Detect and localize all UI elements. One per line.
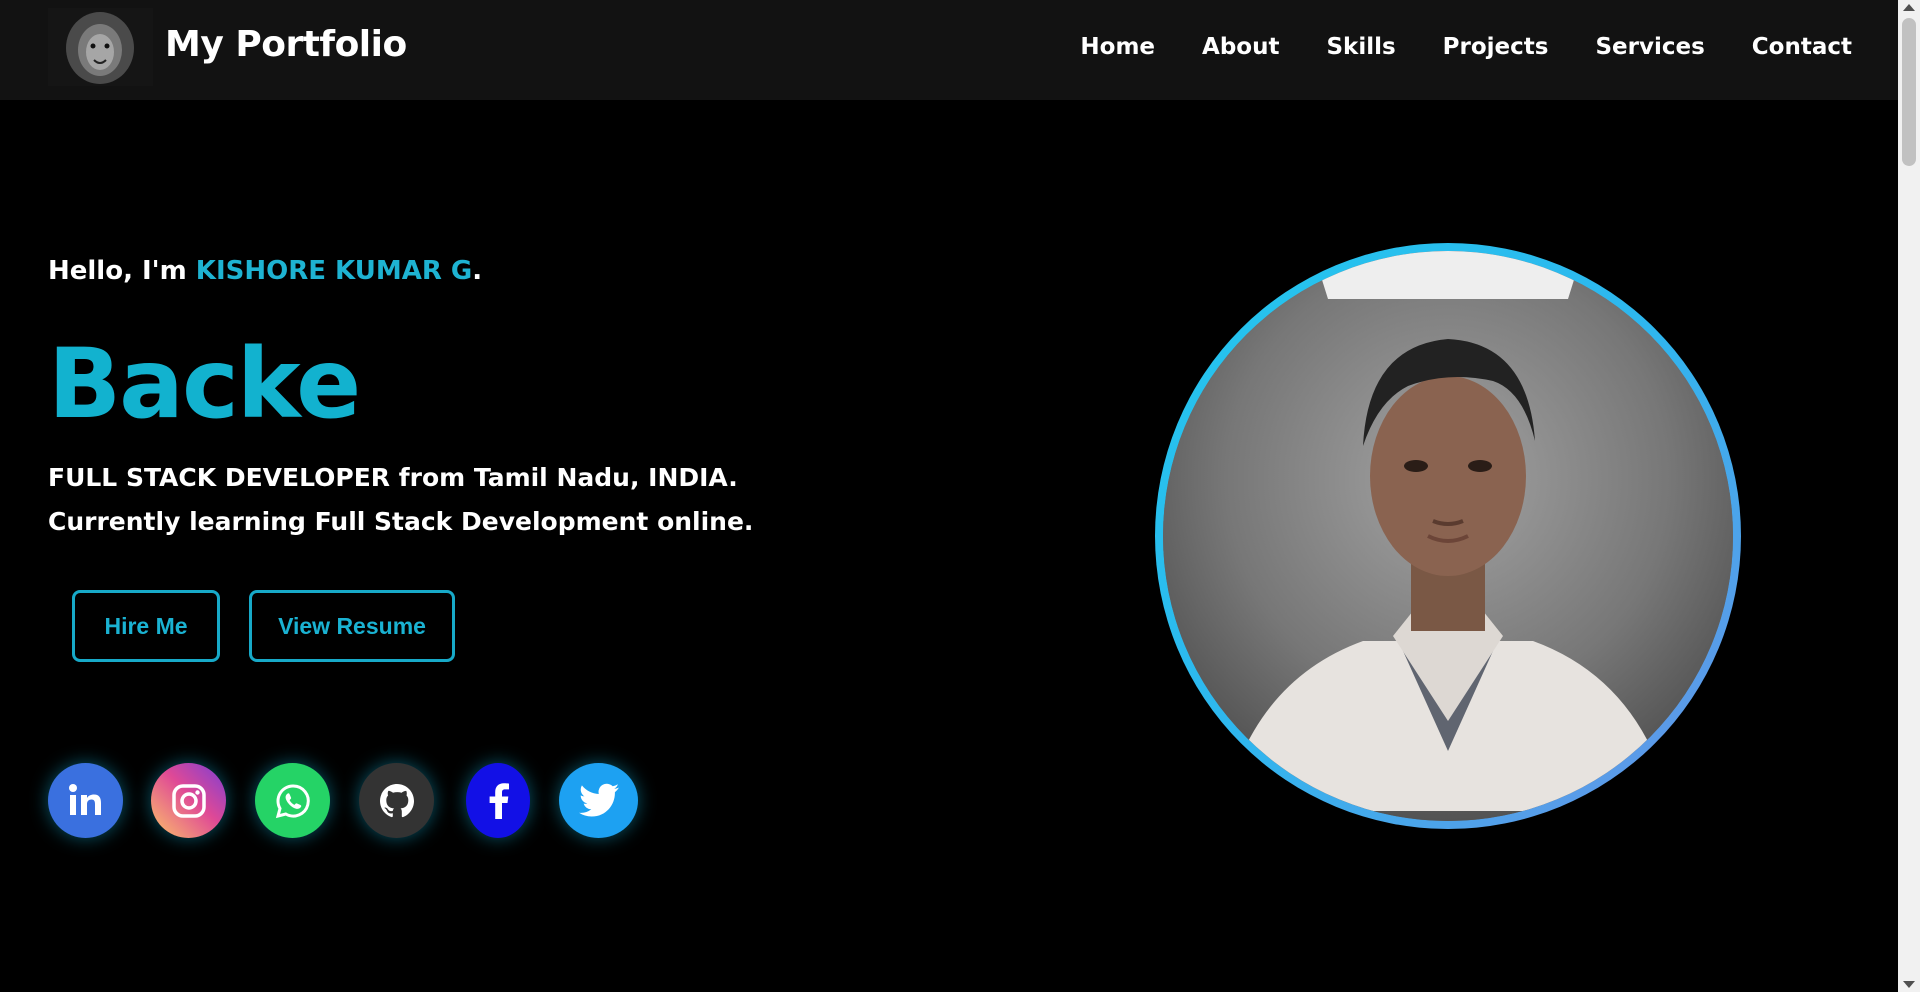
github-icon[interactable]: [359, 763, 434, 838]
twitter-icon[interactable]: [559, 763, 638, 838]
hero-description: FULL STACK DEVELOPER from Tamil Nadu, IN…: [48, 456, 753, 544]
facebook-icon[interactable]: [466, 763, 530, 838]
navbar: My Portfolio Home About Skills Projects …: [0, 0, 1898, 100]
scroll-down-icon[interactable]: [1903, 981, 1915, 988]
hire-me-button[interactable]: Hire Me: [72, 590, 220, 662]
page-scrollbar[interactable]: [1898, 0, 1920, 992]
profile-photo-frame: [1155, 243, 1741, 829]
instagram-icon[interactable]: [151, 763, 226, 838]
view-resume-button[interactable]: View Resume: [249, 590, 455, 662]
nav-projects[interactable]: Projects: [1443, 34, 1549, 60]
nav-skills[interactable]: Skills: [1326, 34, 1395, 60]
nav-services[interactable]: Services: [1595, 34, 1704, 60]
greeting-prefix: Hello, I'm: [48, 256, 196, 286]
nav-contact[interactable]: Contact: [1752, 34, 1852, 60]
greeting: Hello, I'm KISHORE KUMAR G.: [48, 256, 482, 286]
description-line-2: Currently learning Full Stack Developmen…: [48, 507, 754, 536]
greeting-suffix: .: [472, 256, 483, 286]
nav-about[interactable]: About: [1202, 34, 1279, 60]
site-brand[interactable]: My Portfolio: [165, 24, 407, 65]
typed-role-text: Backe: [48, 328, 361, 440]
profile-photo: [1163, 251, 1733, 821]
scroll-thumb[interactable]: [1902, 18, 1916, 166]
nav-links: Home About Skills Projects Services Cont…: [1033, 34, 1852, 60]
developer-name: KISHORE KUMAR G: [195, 256, 473, 286]
whatsapp-icon[interactable]: [255, 763, 330, 838]
nav-home[interactable]: Home: [1080, 34, 1155, 60]
linkedin-icon[interactable]: [48, 763, 123, 838]
description-line-1: FULL STACK DEVELOPER from Tamil Nadu, IN…: [48, 463, 738, 492]
scroll-up-icon[interactable]: [1903, 4, 1915, 11]
lion-logo[interactable]: [48, 8, 153, 86]
